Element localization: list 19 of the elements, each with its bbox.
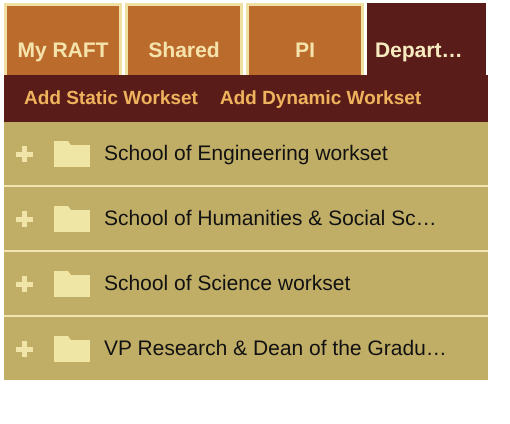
tab[interactable]: Depart… [367,3,486,75]
expand-icon[interactable] [14,338,34,358]
folder-icon [54,140,90,166]
tree-item[interactable]: School of Humanities & Social Sc… [4,185,488,250]
tree-item[interactable]: VP Research & Dean of the Gradu… [4,315,488,380]
folder-icon [54,206,90,232]
workset-name: School of Humanities & Social Sc… [104,206,437,230]
workset-name: School of Science workset [104,272,350,296]
folder-icon [54,270,90,296]
add-workset-button[interactable]: Add Static Workset [18,84,204,114]
workset-name: VP Research & Dean of the Gradu… [104,336,447,360]
expand-icon[interactable] [14,144,34,164]
add-workset-button[interactable]: Add Dynamic Workset [214,84,428,114]
workset-name: School of Engineering workset [104,142,388,166]
expand-icon[interactable] [14,208,34,228]
expand-icon[interactable] [14,274,34,294]
tree-item[interactable]: School of Engineering workset [4,122,488,185]
folder-icon [54,336,90,362]
tree-item[interactable]: School of Science workset [4,250,488,315]
